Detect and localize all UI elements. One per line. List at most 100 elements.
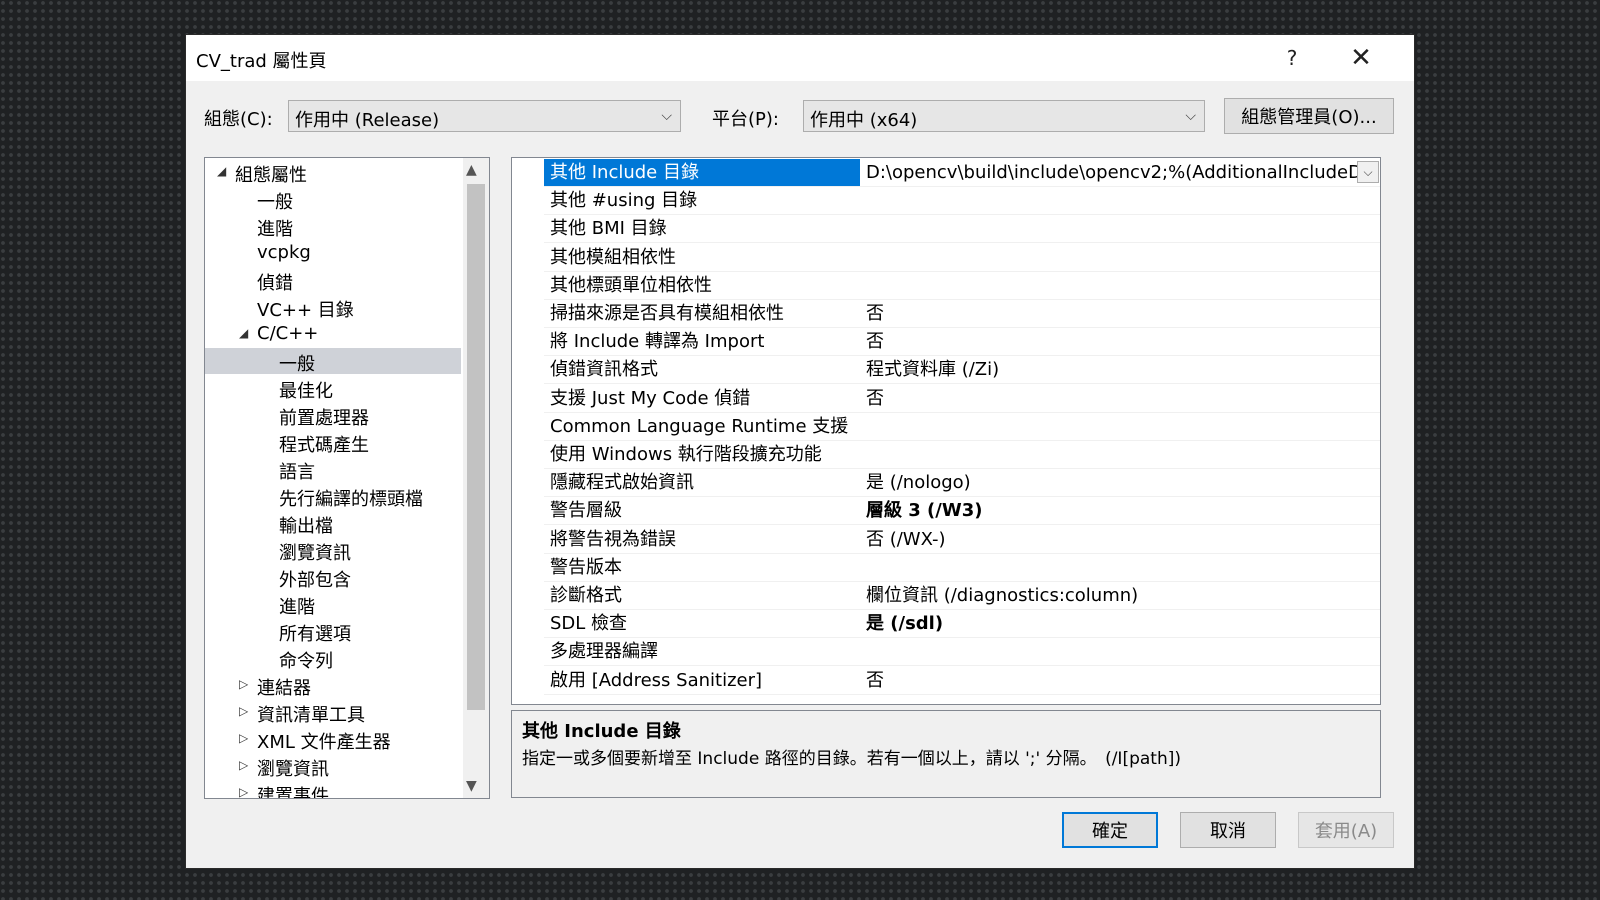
tree-item[interactable]: 所有選項 bbox=[205, 618, 461, 645]
property-row[interactable]: 其他 #using 目錄 bbox=[512, 187, 1380, 216]
tree-item[interactable]: ▷ 瀏覽資訊 bbox=[205, 753, 461, 780]
configuration-combo[interactable]: 作用中 (Release) ⌵ bbox=[288, 100, 681, 132]
tree-item-label: 資訊清單工具 bbox=[257, 705, 365, 726]
property-row[interactable]: 啟用 [Address Sanitizer] 否 bbox=[512, 667, 1380, 695]
property-value[interactable]: 是 (/sdl) bbox=[861, 610, 1379, 637]
property-value[interactable]: 層級 3 (/W3) bbox=[861, 497, 1379, 524]
tree-item[interactable]: ▷ 資訊清單工具 bbox=[205, 699, 461, 726]
property-value[interactable] bbox=[861, 554, 1379, 581]
property-value[interactable] bbox=[861, 441, 1379, 468]
property-row[interactable]: 其他標頭單位相依性 bbox=[512, 272, 1380, 300]
collapse-arrow-icon[interactable]: ◢ bbox=[217, 164, 226, 178]
help-button[interactable]: ? bbox=[1270, 39, 1314, 77]
property-value[interactable]: 否 bbox=[861, 300, 1379, 327]
property-value[interactable]: 否 bbox=[861, 385, 1379, 412]
property-row[interactable]: 警告層級 層級 3 (/W3) bbox=[512, 497, 1380, 526]
property-name: 使用 Windows 執行階段擴充功能 bbox=[550, 444, 822, 465]
scroll-down-icon[interactable]: ▼ bbox=[466, 778, 477, 794]
property-value[interactable]: 否 (/WX-) bbox=[861, 526, 1379, 553]
tree-item[interactable]: 進階 bbox=[205, 591, 461, 618]
tree-item-label: 最佳化 bbox=[279, 381, 333, 402]
property-value[interactable] bbox=[861, 638, 1379, 665]
property-row[interactable]: 使用 Windows 執行階段擴充功能 bbox=[512, 441, 1380, 469]
tree-item[interactable]: ▷ XML 文件產生器 bbox=[205, 726, 461, 753]
property-value[interactable]: 程式資料庫 (/Zi) bbox=[861, 356, 1379, 383]
property-row[interactable]: Common Language Runtime 支援 bbox=[512, 413, 1380, 441]
property-row[interactable]: 多處理器編譯 bbox=[512, 638, 1380, 667]
scroll-thumb[interactable] bbox=[467, 184, 485, 710]
property-row[interactable]: SDL 檢查 是 (/sdl) bbox=[512, 610, 1380, 639]
tree-item[interactable]: 程式碼產生 bbox=[205, 429, 461, 456]
tree-item[interactable]: VC++ 目錄 bbox=[205, 294, 461, 321]
property-name: 將 Include 轉譯為 Import bbox=[550, 331, 765, 353]
tree-item[interactable]: 瀏覽資訊 bbox=[205, 537, 461, 564]
tree-item-label: 進階 bbox=[257, 219, 293, 240]
tree-item-label: VC++ 目錄 bbox=[257, 300, 354, 321]
tree-item[interactable]: vcpkg bbox=[205, 240, 461, 266]
collapse-arrow-icon[interactable]: ◢ bbox=[239, 326, 248, 340]
tree-item[interactable]: 一般 bbox=[205, 186, 461, 213]
property-value[interactable]: 欄位資訊 (/diagnostics:column) bbox=[861, 582, 1379, 609]
tree-item[interactable]: 命令列 bbox=[205, 645, 461, 672]
expand-arrow-icon[interactable]: ▷ bbox=[239, 731, 248, 745]
tree-item[interactable]: 先行編譯的標頭檔 bbox=[205, 483, 461, 510]
tree-item-label: 命令列 bbox=[279, 651, 333, 672]
ok-button[interactable]: 確定 bbox=[1062, 812, 1158, 848]
cancel-button[interactable]: 取消 bbox=[1180, 812, 1276, 848]
property-row[interactable]: 診斷格式 欄位資訊 (/diagnostics:column) bbox=[512, 582, 1380, 610]
property-row[interactable]: 警告版本 bbox=[512, 554, 1380, 582]
property-value[interactable]: 否 bbox=[861, 667, 1379, 694]
scroll-up-icon[interactable]: ▲ bbox=[466, 162, 477, 178]
property-value[interactable]: 是 (/nologo) bbox=[861, 469, 1379, 496]
close-button[interactable]: ✕ bbox=[1339, 39, 1383, 77]
property-row[interactable]: 將警告視為錯誤 否 (/WX-) bbox=[512, 526, 1380, 554]
value-dropdown-icon[interactable]: ⌵ bbox=[1357, 161, 1379, 183]
tree-item-label: 前置處理器 bbox=[279, 408, 369, 429]
tree-item-label: C/C++ bbox=[257, 323, 319, 344]
title-bar: CV_trad 屬性頁 ? ✕ bbox=[186, 35, 1414, 81]
tree-item[interactable]: ◢ C/C++ bbox=[205, 321, 461, 347]
property-row[interactable]: 其他 Include 目錄 D:\opencv\build\include\ope… bbox=[512, 159, 1380, 187]
property-row[interactable]: 其他 BMI 目錄 bbox=[512, 215, 1380, 244]
property-row[interactable]: 隱藏程式啟始資訊 是 (/nologo) bbox=[512, 469, 1380, 498]
tree-item[interactable]: 語言 bbox=[205, 456, 461, 483]
tree-item[interactable]: ▷ 建置事件 bbox=[205, 780, 461, 798]
tree-item[interactable]: ◢ 組態屬性 bbox=[205, 159, 461, 186]
property-row[interactable]: 掃描來源是否具有模組相依性 否 bbox=[512, 300, 1380, 328]
tree-item[interactable]: 進階 bbox=[205, 213, 461, 240]
chevron-down-icon: ⌵ bbox=[1185, 108, 1196, 124]
property-value[interactable] bbox=[861, 215, 1379, 242]
property-row[interactable]: 將 Include 轉譯為 Import 否 bbox=[512, 328, 1380, 357]
property-value[interactable] bbox=[861, 413, 1379, 440]
expand-arrow-icon[interactable]: ▷ bbox=[239, 758, 248, 772]
tree-item[interactable]: ▷ 連結器 bbox=[205, 672, 461, 699]
property-value[interactable] bbox=[861, 187, 1379, 214]
property-name: 其他 BMI 目錄 bbox=[550, 218, 667, 240]
tree-scrollbar[interactable]: ▲ ▼ bbox=[463, 158, 489, 798]
tree-item-label: 一般 bbox=[257, 192, 293, 213]
property-name: 診斷格式 bbox=[550, 585, 622, 606]
tree-item[interactable]: 一般 bbox=[205, 348, 461, 375]
property-row[interactable]: 其他模組相依性 bbox=[512, 244, 1380, 272]
property-value[interactable] bbox=[861, 244, 1379, 271]
platform-combo[interactable]: 作用中 (x64) ⌵ bbox=[803, 100, 1205, 132]
expand-arrow-icon[interactable]: ▷ bbox=[239, 704, 248, 718]
tree-item[interactable]: 外部包含 bbox=[205, 564, 461, 591]
expand-arrow-icon[interactable]: ▷ bbox=[239, 785, 248, 798]
property-value[interactable] bbox=[861, 272, 1379, 299]
property-row[interactable]: 支援 Just My Code 偵錯 否 bbox=[512, 385, 1380, 413]
tree-item-label: 外部包含 bbox=[279, 570, 351, 591]
chevron-down-icon: ⌵ bbox=[661, 108, 672, 124]
property-value[interactable]: D:\opencv\build\include\opencv2;%(Additi… bbox=[861, 159, 1379, 186]
configuration-manager-button[interactable]: 組態管理員(O)... bbox=[1224, 98, 1394, 134]
expand-arrow-icon[interactable]: ▷ bbox=[239, 677, 248, 691]
property-name: 警告層級 bbox=[550, 500, 622, 522]
apply-button[interactable]: 套用(A) bbox=[1298, 812, 1394, 848]
tree-item[interactable]: 輸出檔 bbox=[205, 510, 461, 537]
property-value[interactable]: 否 bbox=[861, 328, 1379, 355]
property-name: 啟用 [Address Sanitizer] bbox=[550, 669, 763, 691]
tree-item[interactable]: 偵錯 bbox=[205, 267, 461, 294]
property-row[interactable]: 偵錯資訊格式 程式資料庫 (/Zi) bbox=[512, 356, 1380, 385]
tree-item[interactable]: 最佳化 bbox=[205, 375, 461, 402]
tree-item[interactable]: 前置處理器 bbox=[205, 402, 461, 429]
